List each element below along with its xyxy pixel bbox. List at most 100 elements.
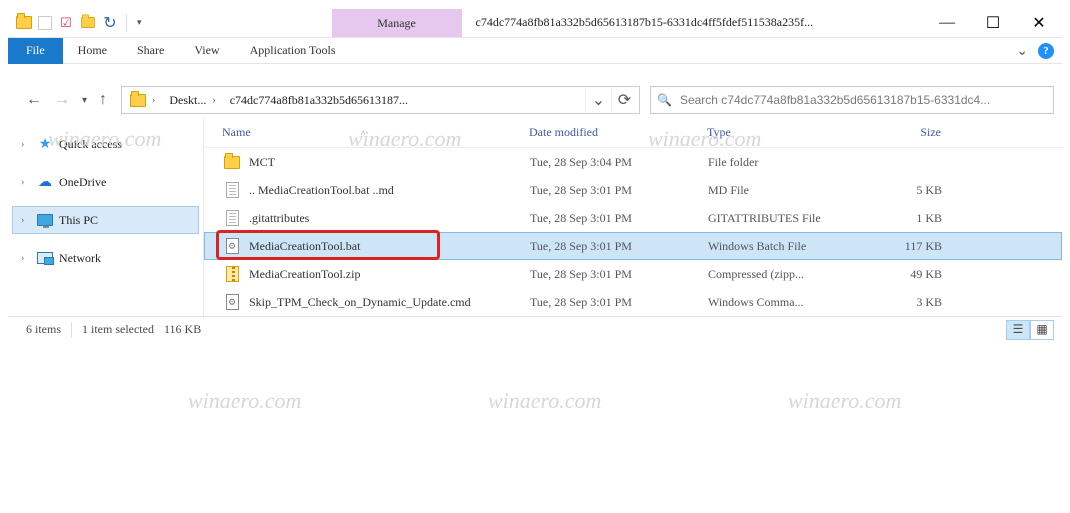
qat-properties-icon[interactable] xyxy=(38,16,52,30)
sidebar-item-this-pc[interactable]: › This PC xyxy=(12,206,199,234)
address-dropdown-button[interactable]: ⌄ xyxy=(585,88,611,112)
folder-icon xyxy=(223,153,241,171)
search-icon: 🔍 xyxy=(657,93,672,108)
file-date: Tue, 28 Sep 3:01 PM xyxy=(530,183,708,198)
file-type: File folder xyxy=(708,155,860,170)
address-bar[interactable]: › Deskt...› c74dc774a8fb81a332b5d6561318… xyxy=(121,86,640,114)
navigation-buttons: ← → ▾ ↑ xyxy=(16,91,111,109)
sidebar-item-onedrive[interactable]: ›☁OneDrive xyxy=(12,168,199,196)
ribbon-tabs: File Home Share View Application Tools ⌄… xyxy=(8,38,1062,64)
file-row[interactable]: .gitattributes Tue, 28 Sep 3:01 PMGITATTR… xyxy=(204,204,1062,232)
context-tab-manage[interactable]: Manage xyxy=(332,9,462,37)
watermark: winaero.com xyxy=(788,388,901,414)
tab-view[interactable]: View xyxy=(179,38,234,64)
file-name: .gitattributes xyxy=(249,211,309,226)
sidebar-item-quick-access[interactable]: ›★Quick access xyxy=(12,130,199,158)
file-row[interactable]: MediaCreationTool.bat Tue, 28 Sep 3:01 PM… xyxy=(204,232,1062,260)
status-bar: 6 items 1 item selected 116 KB ☰ ▦ xyxy=(8,316,1062,342)
file-row[interactable]: MediaCreationTool.zipTue, 28 Sep 3:01 PM… xyxy=(204,260,1062,288)
up-button[interactable]: ↑ xyxy=(99,91,107,109)
file-icon xyxy=(223,181,241,199)
window-title: c74dc774a8fb81a332b5d65613187b15-6331dc4… xyxy=(476,15,924,30)
column-headers: Name ˄ Date modified Type Size xyxy=(204,118,1062,148)
thumbnail-view-button[interactable]: ▦ xyxy=(1030,320,1054,340)
tab-share[interactable]: Share xyxy=(122,38,179,64)
ribbon-expand-icon[interactable]: ⌄ xyxy=(1016,43,1028,60)
file-row[interactable]: Skip_TPM_Check_on_Dynamic_Update.cmd Tue,… xyxy=(204,288,1062,316)
watermark: winaero.com xyxy=(188,388,301,414)
file-date: Tue, 28 Sep 3:01 PM xyxy=(530,267,708,282)
file-icon xyxy=(223,293,241,311)
status-selection-count: 1 item selected xyxy=(72,322,164,337)
chevron-right-icon[interactable]: › xyxy=(21,215,31,226)
column-header-size[interactable]: Size xyxy=(859,125,953,140)
refresh-button[interactable]: ⟳ xyxy=(611,88,637,112)
navigation-pane: ›★Quick access›☁OneDrive›This PC›Network xyxy=(8,118,204,316)
titlebar: ☑ ↻ ▾ Manage c74dc774a8fb81a332b5d656131… xyxy=(8,8,1062,38)
sort-indicator-icon: ˄ xyxy=(361,128,366,138)
ribbon-collapsed-spacer xyxy=(8,64,1062,82)
help-icon[interactable]: ? xyxy=(1038,43,1054,59)
qat-checkbox-icon[interactable]: ☑ xyxy=(58,15,74,31)
qat-new-folder-icon[interactable] xyxy=(80,15,96,31)
file-size: 117 KB xyxy=(860,239,954,254)
sidebar-item-label: Network xyxy=(59,251,101,266)
breadcrumb-current[interactable]: c74dc774a8fb81a332b5d65613187... xyxy=(224,88,585,112)
net-icon xyxy=(37,250,53,266)
file-list-pane: Name ˄ Date modified Type Size MCTTue, 2… xyxy=(204,118,1062,316)
breadcrumb-desktop[interactable]: Deskt...› xyxy=(163,88,223,112)
file-size: 1 KB xyxy=(860,211,954,226)
column-header-name[interactable]: Name ˄ xyxy=(204,125,529,140)
file-date: Tue, 28 Sep 3:01 PM xyxy=(530,239,708,254)
file-name: Skip_TPM_Check_on_Dynamic_Update.cmd xyxy=(249,295,471,310)
qat-customize-dropdown[interactable]: ▾ xyxy=(137,17,142,28)
tab-application-tools[interactable]: Application Tools xyxy=(235,38,351,64)
watermark: winaero.com xyxy=(488,388,601,414)
column-header-type[interactable]: Type xyxy=(707,125,859,140)
file-name: MCT xyxy=(249,155,275,170)
minimize-button[interactable]: — xyxy=(924,8,970,38)
chevron-right-icon[interactable]: › xyxy=(21,177,31,188)
chevron-right-icon[interactable]: › xyxy=(21,253,31,264)
breadcrumb-root[interactable]: › xyxy=(124,88,163,112)
view-toggle: ☰ ▦ xyxy=(1006,320,1054,340)
file-type: Compressed (zipp... xyxy=(708,267,860,282)
search-input[interactable] xyxy=(678,92,1047,108)
back-button[interactable]: ← xyxy=(26,91,42,109)
file-size: 3 KB xyxy=(860,295,954,310)
sidebar-item-network[interactable]: › Network xyxy=(12,244,199,272)
quick-access-toolbar: ☑ ↻ ▾ xyxy=(8,14,142,32)
status-item-count: 6 items xyxy=(16,322,71,337)
status-selection-size: 116 KB xyxy=(164,322,211,337)
forward-button[interactable]: → xyxy=(54,91,70,109)
monitor-icon xyxy=(37,212,53,228)
sidebar-item-label: Quick access xyxy=(59,137,122,152)
qat-redo-icon[interactable]: ↻ xyxy=(102,15,118,31)
navigation-bar: ← → ▾ ↑ › Deskt...› c74dc774a8fb81a332b5… xyxy=(8,82,1062,118)
file-row[interactable]: .. MediaCreationTool.bat ..mdTue, 28 Sep… xyxy=(204,176,1062,204)
file-date: Tue, 28 Sep 3:01 PM xyxy=(530,211,708,226)
file-type: GITATTRIBUTES File xyxy=(708,211,860,226)
close-button[interactable]: ✕ xyxy=(1016,8,1062,38)
search-box[interactable]: 🔍 xyxy=(650,86,1054,114)
details-view-button[interactable]: ☰ xyxy=(1006,320,1030,340)
app-icon xyxy=(16,15,32,31)
chevron-right-icon[interactable]: › xyxy=(21,139,31,150)
file-type: Windows Comma... xyxy=(708,295,860,310)
column-header-date[interactable]: Date modified xyxy=(529,125,707,140)
sidebar-item-label: This PC xyxy=(59,213,98,228)
file-name: MediaCreationTool.bat xyxy=(249,239,360,254)
file-icon xyxy=(223,209,241,227)
file-icon xyxy=(223,237,241,255)
file-tab[interactable]: File xyxy=(8,38,63,64)
file-icon xyxy=(223,265,241,283)
file-size: 49 KB xyxy=(860,267,954,282)
file-type: Windows Batch File xyxy=(708,239,860,254)
sidebar-item-label: OneDrive xyxy=(59,175,106,190)
recent-locations-dropdown[interactable]: ▾ xyxy=(82,95,87,106)
window-controls: — ☐ ✕ xyxy=(924,8,1062,38)
tab-home[interactable]: Home xyxy=(63,38,122,64)
file-date: Tue, 28 Sep 3:01 PM xyxy=(530,295,708,310)
file-row[interactable]: MCTTue, 28 Sep 3:04 PMFile folder xyxy=(204,148,1062,176)
maximize-button[interactable]: ☐ xyxy=(970,8,1016,38)
